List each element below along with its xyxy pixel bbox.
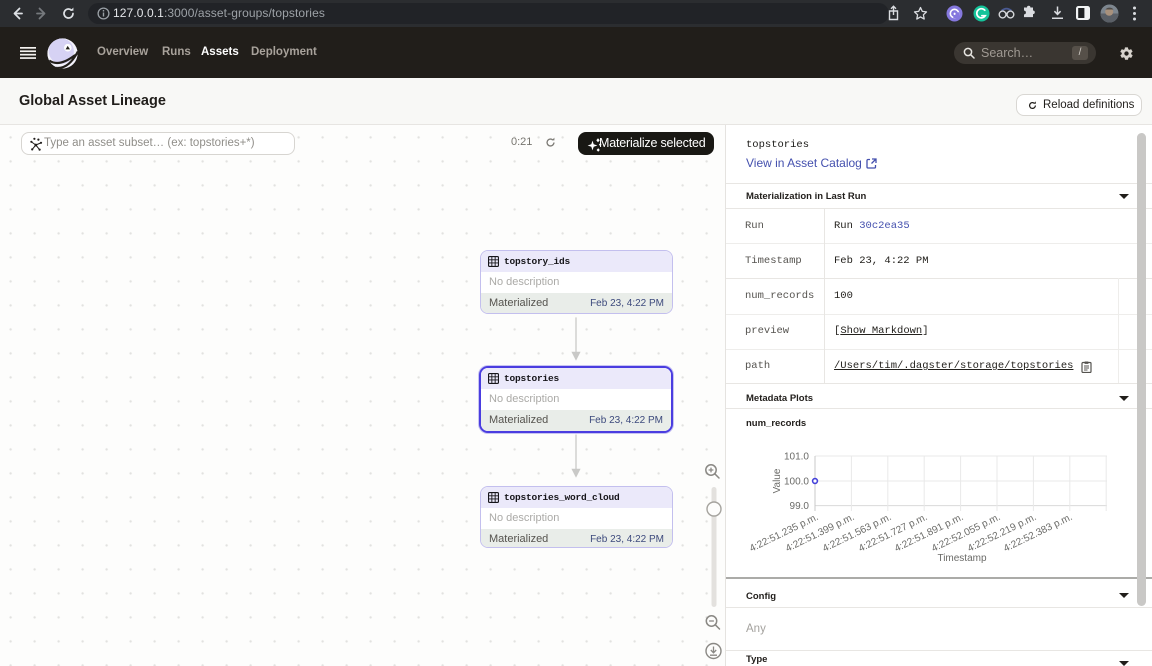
svg-text:Value: Value bbox=[772, 468, 783, 493]
svg-text:99.0: 99.0 bbox=[790, 501, 810, 512]
svg-text:Timestamp: Timestamp bbox=[937, 553, 987, 564]
svg-text:100.0: 100.0 bbox=[784, 477, 809, 488]
svg-text:101.0: 101.0 bbox=[784, 452, 809, 463]
